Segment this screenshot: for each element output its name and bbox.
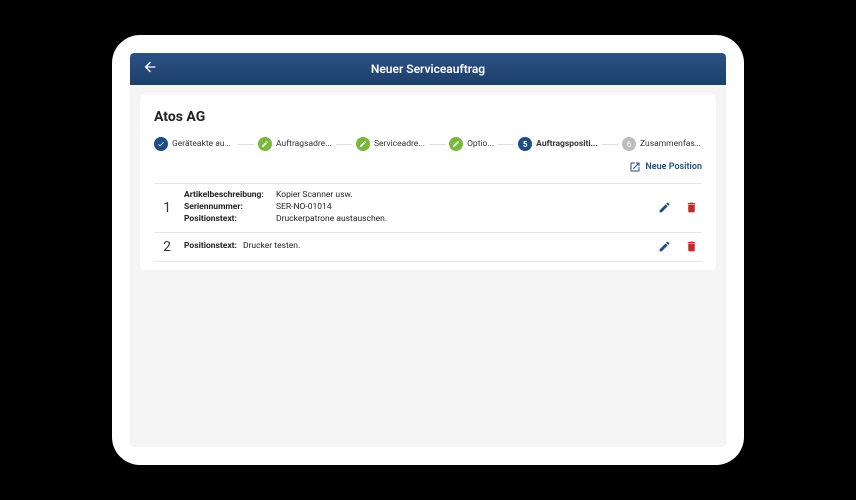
arrow-left-icon	[142, 59, 158, 75]
step-connector	[336, 144, 352, 145]
step-label: Zusammenfass...	[640, 139, 702, 149]
detail-line: Seriennummer: SER-NO-01014	[184, 202, 650, 214]
step-connector	[602, 144, 618, 145]
stepper: Geräteakte auswä... Auftragsadre...	[154, 137, 702, 151]
position-row: 2 Positionstext: Drucker testen.	[154, 233, 702, 262]
new-position-label: Neue Position	[645, 162, 702, 172]
company-title: Atos AG	[154, 109, 702, 125]
detail-value-positionstext: Druckerpatrone austauschen.	[276, 214, 387, 226]
trash-icon	[685, 201, 698, 214]
back-button[interactable]	[142, 59, 158, 79]
detail-value-positionstext: Drucker testen.	[243, 241, 300, 253]
detail-value-seriennummer: SER-NO-01014	[276, 202, 332, 214]
position-list: 1 Artikelbeschreibung: Kopier Scanner us…	[154, 183, 702, 262]
edit-button[interactable]	[658, 201, 671, 214]
action-row: Neue Position	[154, 161, 702, 173]
position-details: Positionstext: Drucker testen.	[184, 241, 650, 253]
step-auftragsadresse[interactable]: Auftragsadre...	[258, 137, 332, 151]
step-label: Auftragsadre...	[276, 139, 332, 149]
app-container: Neuer Serviceauftrag Atos AG Geräteakte …	[130, 53, 726, 447]
main-card: Atos AG Geräteakte auswä... Auftragsadr	[140, 95, 716, 270]
row-actions	[658, 240, 698, 253]
detail-line: Positionstext: Druckerpatrone austausche…	[184, 214, 650, 226]
position-number: 2	[158, 239, 176, 255]
edit-step-icon	[449, 137, 463, 151]
step-geraeteakte[interactable]: Geräteakte auswä...	[154, 137, 234, 151]
edit-step-icon	[356, 137, 370, 151]
step-serviceadresse[interactable]: Serviceadre...	[356, 137, 425, 151]
detail-line: Artikelbeschreibung: Kopier Scanner usw.	[184, 190, 650, 202]
position-details: Artikelbeschreibung: Kopier Scanner usw.…	[184, 190, 650, 226]
detail-line: Positionstext: Drucker testen.	[184, 241, 650, 253]
new-position-button[interactable]: Neue Position	[629, 161, 702, 173]
step-zusammenfassung[interactable]: 6 Zusammenfass...	[622, 137, 702, 151]
position-row: 1 Artikelbeschreibung: Kopier Scanner us…	[154, 184, 702, 233]
position-number: 1	[158, 200, 176, 216]
edit-step-icon	[258, 137, 272, 151]
header-bar: Neuer Serviceauftrag	[130, 53, 726, 85]
row-actions	[658, 201, 698, 214]
pencil-icon	[658, 201, 671, 214]
step-optionen[interactable]: Optio...	[449, 137, 494, 151]
edit-button[interactable]	[658, 240, 671, 253]
detail-label-artikelbeschreibung: Artikelbeschreibung:	[184, 190, 270, 202]
step-connector	[238, 144, 254, 145]
open-new-icon	[629, 161, 641, 173]
step-connector	[429, 144, 445, 145]
step-label: Serviceadre...	[374, 139, 425, 149]
detail-value-artikelbeschreibung: Kopier Scanner usw.	[276, 190, 353, 202]
content-area: Atos AG Geräteakte auswä... Auftragsadr	[130, 85, 726, 447]
step-label: Geräteakte auswä...	[172, 139, 234, 149]
check-icon	[154, 137, 168, 151]
delete-button[interactable]	[685, 240, 698, 253]
step-auftragspositionen[interactable]: 5 Auftragspositi...	[518, 137, 598, 151]
tablet-frame: Neuer Serviceauftrag Atos AG Geräteakte …	[112, 35, 744, 465]
trash-icon	[685, 240, 698, 253]
step-connector	[498, 144, 514, 145]
step-number-icon: 5	[518, 137, 532, 151]
pencil-icon	[658, 240, 671, 253]
detail-label-positionstext: Positionstext:	[184, 214, 270, 226]
detail-label-positionstext: Positionstext:	[184, 241, 237, 253]
step-label: Optio...	[467, 139, 494, 149]
detail-label-seriennummer: Seriennummer:	[184, 202, 270, 214]
step-number-icon: 6	[622, 137, 636, 151]
page-title: Neuer Serviceauftrag	[142, 62, 714, 76]
step-label: Auftragspositi...	[536, 139, 598, 149]
delete-button[interactable]	[685, 201, 698, 214]
